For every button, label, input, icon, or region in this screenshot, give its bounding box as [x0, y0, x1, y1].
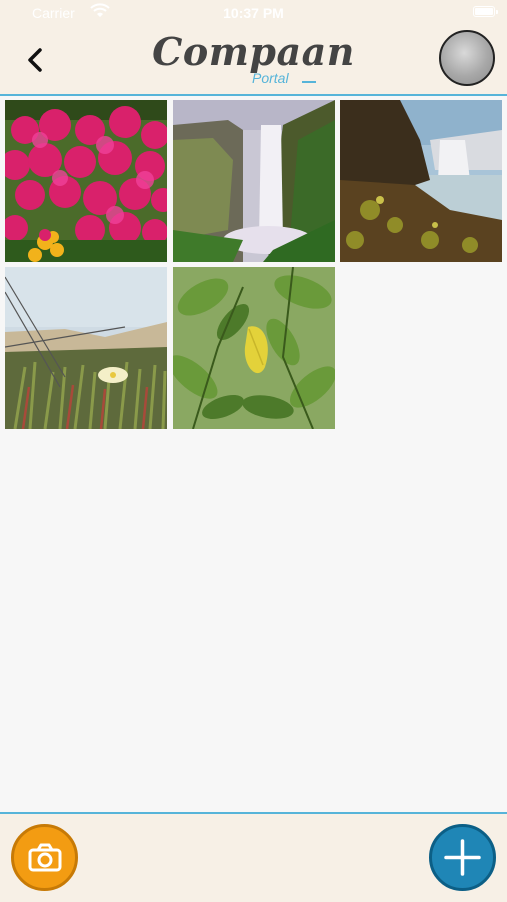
- photo-thumbnail-waterfall[interactable]: [173, 100, 335, 262]
- plus-icon: [444, 839, 481, 876]
- app-logo: Compaan Portal: [0, 29, 507, 87]
- photo-thumbnail-leaves[interactable]: [173, 267, 335, 429]
- photo-thumbnail-flowers[interactable]: [5, 100, 167, 262]
- logo-subtext: Portal: [252, 70, 289, 86]
- header-bar: Compaan Portal: [0, 26, 507, 96]
- bottom-toolbar: [0, 812, 507, 902]
- camera-button[interactable]: [11, 824, 78, 891]
- status-bar: Carrier 10:37 PM: [0, 0, 507, 26]
- logo-underline: [302, 81, 316, 83]
- avatar[interactable]: [439, 30, 495, 86]
- battery-icon: [473, 6, 498, 17]
- photo-thumbnail-dunes[interactable]: [5, 267, 167, 429]
- logo-text: Compaan: [152, 29, 355, 74]
- clock: 10:37 PM: [223, 5, 284, 21]
- camera-icon: [28, 843, 62, 872]
- photo-thumbnail-rocks[interactable]: [340, 100, 502, 262]
- add-button[interactable]: [429, 824, 496, 891]
